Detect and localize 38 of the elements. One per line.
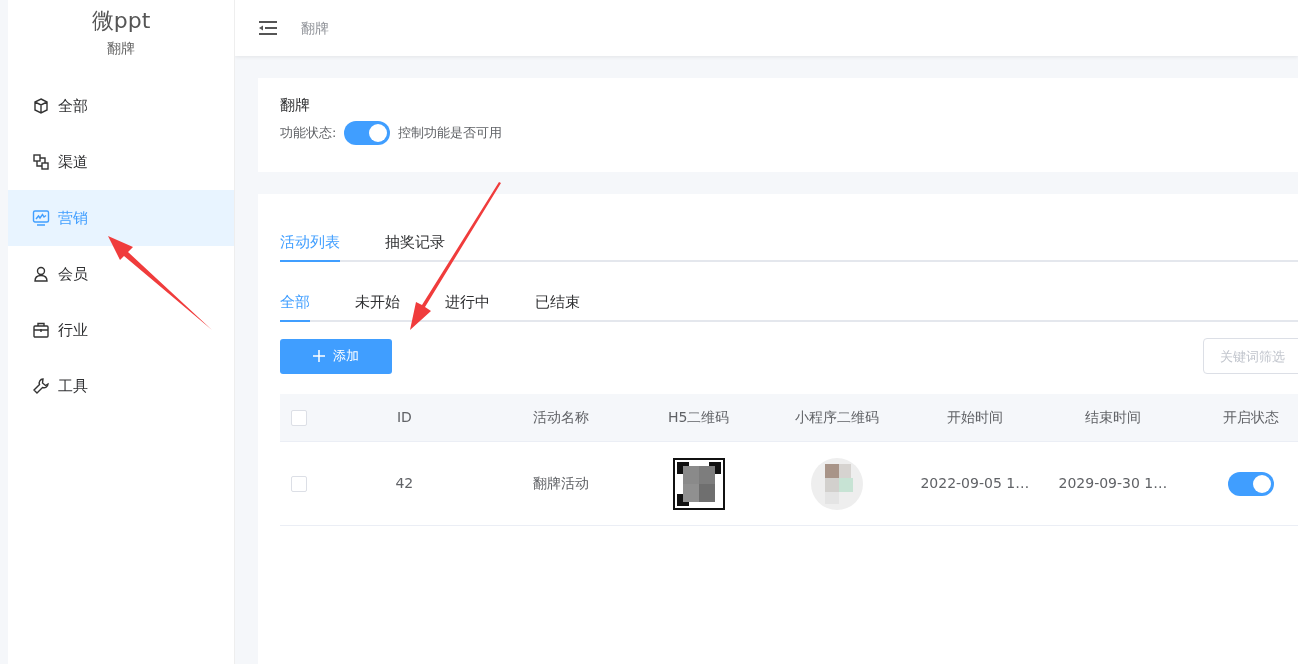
tab[interactable]: 抽奖记录 [385,224,445,262]
user-icon [32,265,50,283]
table-cell-text: 2022-09-05 1… [919,474,1031,493]
chart-monitor-icon [32,209,50,227]
column-header: H5二维码 [666,408,731,427]
checkbox[interactable] [290,475,307,492]
table-cell-text: 翻牌活动 [531,474,590,493]
sidebar-item[interactable]: 渠道 [8,134,234,190]
checkbox[interactable] [290,409,307,426]
keyword-filter-field[interactable]: 关键词筛选 [1203,338,1298,374]
sidebar-item[interactable]: 会员 [8,246,234,302]
sidebar-item[interactable]: 全部 [8,78,234,134]
plus-icon [313,350,325,362]
menu-icon[interactable] [259,21,277,35]
cube-icon [32,97,50,115]
column-header: 活动名称 [531,408,590,427]
briefcase-icon [32,321,50,339]
column-header: 开启状态 [1221,408,1280,427]
app-subtitle: 翻牌 [107,39,135,58]
feature-label: 功能状态: [280,123,337,142]
feature-hint: 控制功能是否可用 [398,123,503,142]
tab[interactable]: 未开始 [355,284,400,322]
sidebar-item[interactable]: 行业 [8,302,234,358]
table-cell-text: 2029-09-30 1… [1057,474,1169,493]
column-header: 开始时间 [945,408,1004,427]
nodes-icon [32,153,50,171]
tab[interactable]: 已结束 [535,284,580,322]
feature-switch[interactable] [344,120,391,145]
feature-title: 翻牌 [280,95,311,116]
tab[interactable]: 进行中 [445,284,490,322]
app-title: 微ppt [91,7,151,35]
status-switch[interactable] [1227,471,1274,496]
wrench-icon [32,377,50,395]
sidebar-item[interactable]: 工具 [8,358,234,414]
column-header: ID [395,408,413,427]
table-cell-text: 42 [394,474,415,493]
column-header: 小程序二维码 [793,408,880,427]
column-header: 结束时间 [1083,408,1142,427]
